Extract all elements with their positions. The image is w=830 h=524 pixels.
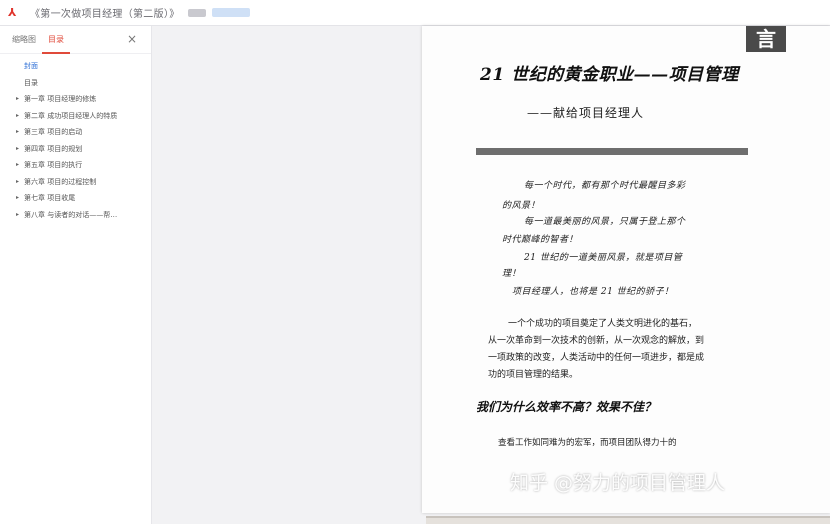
- toc-item-chapter-7[interactable]: ▸ 第七章 项目收尾: [0, 190, 151, 207]
- toc-item-chapter-6[interactable]: ▸ 第六章 项目的过程控制: [0, 174, 151, 191]
- toc-item-label: 第四章 项目的规划: [24, 144, 83, 153]
- toc-item-label: 第五章 项目的执行: [24, 161, 83, 169]
- quote-line: 时代巅峰的智者！: [502, 235, 579, 245]
- paragraph-line: 一个个成功的项目奠定了人类文明进化的基石，: [508, 319, 698, 329]
- quote-line: 每一个时代，都有那个时代最醒目多彩: [524, 181, 686, 191]
- title-bar: ⅄ 《第一次做项目经理（第二版）》: [0, 0, 830, 26]
- document-viewport[interactable]: 言 21 世纪的黄金职业——项目管理 ——献给项目经理人 每一个时代，都有那个时…: [152, 26, 830, 524]
- page-corner-marker: 言: [746, 26, 786, 52]
- title-link[interactable]: [211, 8, 250, 17]
- chevron-right-icon[interactable]: ▸: [16, 157, 19, 174]
- toc-item-chapter-4[interactable]: ▸ 第四章 项目的规划: [0, 141, 151, 158]
- title-tag: [187, 8, 206, 17]
- next-page-edge: [426, 516, 830, 524]
- title-divider: [476, 148, 748, 155]
- quote-line: 理！: [502, 269, 522, 279]
- toc-item-contents[interactable]: 目录: [0, 75, 151, 92]
- toc-item-label: 第三章 项目的启动: [24, 128, 83, 136]
- section-heading: 我们为什么效率不高？效果不佳？: [476, 400, 657, 414]
- sidebar-tabs: 缩略图 目录 ×: [0, 26, 151, 54]
- quote-line: 项目经理人，也将是 21 世纪的骄子！: [512, 287, 674, 297]
- page-title: 21 世纪的黄金职业——项目管理: [480, 65, 739, 85]
- pdf-app-icon: ⅄: [8, 5, 17, 19]
- table-of-contents: 封面 目录 ▸ 第一章 项目经理的修炼 ▸ 第二章 成功项目经理人的特质 ▸ 第三章 …: [0, 54, 151, 223]
- paragraph-line: 功的项目管理的结果。: [488, 370, 579, 380]
- close-icon[interactable]: ×: [127, 32, 137, 46]
- quote-line: 每一道最美丽的风景，只属于登上那个: [524, 217, 686, 227]
- toc-item-chapter-5[interactable]: ▸ 第五章 项目的执行: [0, 157, 151, 174]
- document-page: 言 21 世纪的黄金职业——项目管理 ——献给项目经理人 每一个时代，都有那个时…: [422, 26, 830, 513]
- page-subtitle: ——献给项目经理人: [527, 106, 645, 120]
- document-title: 《第一次做项目经理（第二版）》: [30, 9, 180, 20]
- paragraph-line: 一项政策的改变，人类活动中的任何一项进步，都是成: [488, 353, 705, 363]
- quote-line: 21 世纪的一道美丽风景，就是项目管: [524, 253, 683, 263]
- chevron-right-icon[interactable]: ▸: [16, 141, 19, 158]
- chevron-right-icon[interactable]: ▸: [16, 91, 19, 108]
- toc-item-cover[interactable]: 封面: [0, 58, 151, 75]
- toc-item-label: 第七章 项目收尾: [24, 194, 76, 202]
- toc-item-label: 第六章 项目的过程控制: [24, 177, 97, 186]
- tab-thumbnails[interactable]: 缩略图: [6, 26, 42, 54]
- chevron-right-icon[interactable]: ▸: [16, 174, 19, 191]
- chevron-right-icon[interactable]: ▸: [16, 108, 19, 125]
- tab-contents[interactable]: 目录: [42, 26, 70, 54]
- paragraph-line: 从一次革命到一次技术的创新，从一次观念的解放，到: [488, 336, 705, 346]
- watermark: 知乎 @努力的项目管理人: [510, 472, 726, 494]
- toc-item-label: 第二章 成功项目经理人的特质: [24, 111, 118, 120]
- body-text-line: 查看工作如同难为的宏军，而项目团队得力十的: [498, 438, 677, 448]
- toc-item-chapter-3[interactable]: ▸ 第三章 项目的启动: [0, 124, 151, 141]
- toc-item-label: 第一章 项目经理的修炼: [24, 95, 97, 103]
- quote-line: 的风景！: [502, 201, 541, 211]
- chevron-right-icon[interactable]: ▸: [16, 124, 19, 141]
- chevron-right-icon[interactable]: ▸: [16, 207, 19, 224]
- toc-item-label: 第八章 与读者的对话——帮…: [24, 210, 118, 219]
- chevron-right-icon[interactable]: ▸: [16, 190, 19, 207]
- toc-item-chapter-1[interactable]: ▸ 第一章 项目经理的修炼: [0, 91, 151, 108]
- toc-item-chapter-8[interactable]: ▸ 第八章 与读者的对话——帮…: [0, 207, 151, 224]
- intro-paragraph: 一个个成功的项目奠定了人类文明进化的基石， 从一次革命到一次技术的创新，从一次观…: [488, 316, 748, 384]
- sidebar: 缩略图 目录 × 封面 目录 ▸ 第一章 项目经理的修炼 ▸ 第二章 成功项目经理人…: [0, 26, 152, 524]
- toc-item-chapter-2[interactable]: ▸ 第二章 成功项目经理人的特质: [0, 108, 151, 125]
